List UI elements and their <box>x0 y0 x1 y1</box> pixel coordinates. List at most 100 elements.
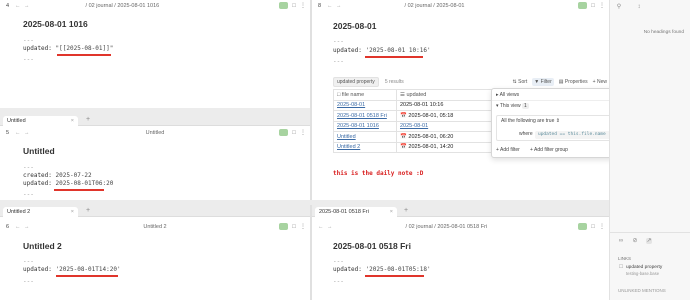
backlink-item[interactable]: updated property <box>626 265 662 270</box>
nav-arrows[interactable]: ← → <box>15 3 31 9</box>
pane-untitled: Untitled × + 5 ← → Untitled □ ⋮ Untitled … <box>0 114 310 200</box>
property-updated[interactable]: updated: "[[2025-08-01]]" <box>23 45 113 52</box>
pane-header: 4 ← → / 02 journal / 2025-08-01 1016 <box>0 0 310 12</box>
pane-header: 6 ← → Untitled 2 <box>0 221 310 233</box>
breadcrumb[interactable]: / 02 journal / 2025-08-01 0518 Fri <box>406 224 488 230</box>
expand-icon[interactable]: ↕ <box>636 4 642 10</box>
property-updated[interactable]: updated: '2025-08-01T05:18' <box>333 266 431 273</box>
file-link[interactable]: Untitled <box>337 134 356 140</box>
pane-note-1016: 4 ← → / 02 journal / 2025-08-01 1016 □ ⋮… <box>0 0 310 108</box>
results-count: 5 results <box>384 79 404 85</box>
view-title: Untitled 2 <box>143 224 167 230</box>
sync-icon[interactable] <box>279 2 288 9</box>
file-link[interactable]: Untitled 2 <box>337 144 360 150</box>
sync-icon[interactable] <box>578 2 587 9</box>
column-label: file name <box>341 91 365 98</box>
table-cell[interactable]: 📅 2025-08-01, 05:18 <box>396 110 493 122</box>
calendar-icon: 📅 <box>400 144 407 151</box>
property-value: '2025-08-01 10:16' <box>365 47 431 54</box>
property-updated[interactable]: updated: 2025-08-01T06:20 <box>23 180 113 187</box>
tab-0518[interactable]: 2025-08-01 0518 Fri × <box>315 207 397 217</box>
add-filter-group-button[interactable]: + Add filter group <box>530 147 568 153</box>
property-updated[interactable]: updated: '2025-08-01 10:16' <box>333 47 431 54</box>
properties-button[interactable]: ▤ Properties <box>559 79 588 85</box>
all-views-row[interactable]: ▸ All views <box>496 92 519 98</box>
column-label: updated <box>406 91 427 98</box>
table-cell[interactable]: 📅 2025-08-01, 14:20 <box>396 141 493 153</box>
outgoing-link-icon[interactable]: ↗ <box>646 238 652 244</box>
new-tab-button[interactable]: + <box>86 207 90 214</box>
book-icon[interactable]: □ <box>291 3 297 9</box>
file-link[interactable]: 2025-08-01 1016 <box>337 123 379 129</box>
nav-arrows[interactable]: ← → <box>327 3 343 9</box>
sort-button[interactable]: ⇅ Sort <box>513 79 528 85</box>
search-icon[interactable]: ⚲ <box>616 4 622 10</box>
right-sidebar: ⚲ ↕ No headings found ∞ ⊘ ↗ LINKS □ upda… <box>609 0 690 300</box>
pane-actions: □ ⋮ <box>279 129 306 136</box>
filter-button[interactable]: ▼ Filter <box>532 78 554 86</box>
frontmatter-end: --- <box>23 56 34 63</box>
column-header-file-name[interactable]: □ file name <box>333 89 397 101</box>
more-icon[interactable]: ⋮ <box>300 3 306 9</box>
red-underline <box>54 189 104 191</box>
properties-label: Properties <box>564 79 588 85</box>
sync-icon[interactable] <box>578 223 587 230</box>
more-icon[interactable]: ⋮ <box>599 3 605 9</box>
book-icon[interactable]: □ <box>590 3 596 9</box>
unlink-icon[interactable]: ⊘ <box>632 238 638 244</box>
pane-header: 8 ← → / 02 journal / 2025-08-01 <box>312 0 609 12</box>
book-icon[interactable]: □ <box>291 130 297 136</box>
cell-link[interactable]: 2025-08-01 <box>400 123 428 129</box>
close-icon[interactable]: × <box>71 209 74 215</box>
daily-note-text: this is the daily note :D <box>333 170 424 177</box>
sync-icon[interactable] <box>279 223 288 230</box>
property-value: '2025-08-01T14:20' <box>55 266 121 273</box>
this-view-row[interactable]: ▾ This view 1 <box>496 103 529 109</box>
file-link[interactable]: 2025-08-01 <box>337 102 365 108</box>
book-icon[interactable]: □ <box>291 224 297 230</box>
pane-header: 5 ← → Untitled <box>0 127 310 139</box>
add-filter-button[interactable]: + Add filter <box>496 147 520 153</box>
tab-untitled[interactable]: Untitled × <box>3 116 78 126</box>
property-value: "[[2025-08-01]]" <box>55 45 114 52</box>
tab-untitled-2[interactable]: Untitled 2 × <box>3 207 78 217</box>
file-link[interactable]: 2025-08-01 0518 Fri <box>337 113 387 119</box>
view-selector[interactable]: updated property <box>333 77 379 87</box>
breadcrumb[interactable]: / 02 journal / 2025-08-01 <box>405 3 465 9</box>
pane-actions: □ ⋮ <box>279 2 306 9</box>
table-cell[interactable]: 2025-08-01 10:16 <box>396 99 493 111</box>
sync-icon[interactable] <box>279 129 288 136</box>
more-icon[interactable]: ⋮ <box>300 130 306 136</box>
more-icon[interactable]: ⋮ <box>300 224 306 230</box>
breadcrumb[interactable]: / 02 journal / 2025-08-01 1016 <box>86 3 160 9</box>
divider <box>610 232 690 233</box>
new-label: New <box>596 79 607 85</box>
close-icon[interactable]: × <box>390 209 393 215</box>
column-header-updated[interactable]: ☰ updated <box>396 89 493 101</box>
book-icon[interactable]: □ <box>590 224 596 230</box>
new-tab-button[interactable]: + <box>404 207 408 214</box>
nav-arrows[interactable]: ← → <box>318 224 334 230</box>
more-icon[interactable]: ⋮ <box>599 224 605 230</box>
this-view-label: This view <box>499 103 521 109</box>
file-icon: □ <box>619 264 623 270</box>
page-title: 2025-08-01 0518 Fri <box>333 241 411 251</box>
property-updated[interactable]: updated: '2025-08-01T14:20' <box>23 266 121 273</box>
cell-date: 2025-08-01, 06:20 <box>408 133 454 140</box>
outline-empty-message: No headings found <box>643 30 684 35</box>
property-value: 2025-07-22 <box>55 172 92 179</box>
close-icon[interactable]: × <box>71 118 74 124</box>
table-row: Untitled 📅 2025-08-01, 06:20 <box>333 131 493 143</box>
table-cell[interactable]: 📅 2025-08-01, 06:20 <box>396 131 493 143</box>
unlinked-mentions-header[interactable]: UNLINKED MENTIONS <box>618 288 666 293</box>
property-key: updated: <box>23 266 52 273</box>
cell-date: 2025-08-01, 14:20 <box>408 144 454 151</box>
link-icon[interactable]: ∞ <box>618 238 624 244</box>
new-button[interactable]: + New <box>593 79 607 85</box>
table-row: 2025-08-01 0518 Fri 📅 2025-08-01, 05:18 <box>333 110 493 122</box>
new-tab-button[interactable]: + <box>86 116 90 123</box>
mode-label: All the following are true <box>501 118 555 124</box>
tab-label: Untitled 2 <box>7 209 31 215</box>
mode-select[interactable]: All the following are true ⇕ <box>501 118 560 124</box>
property-created[interactable]: created: 2025-07-22 <box>23 172 92 179</box>
